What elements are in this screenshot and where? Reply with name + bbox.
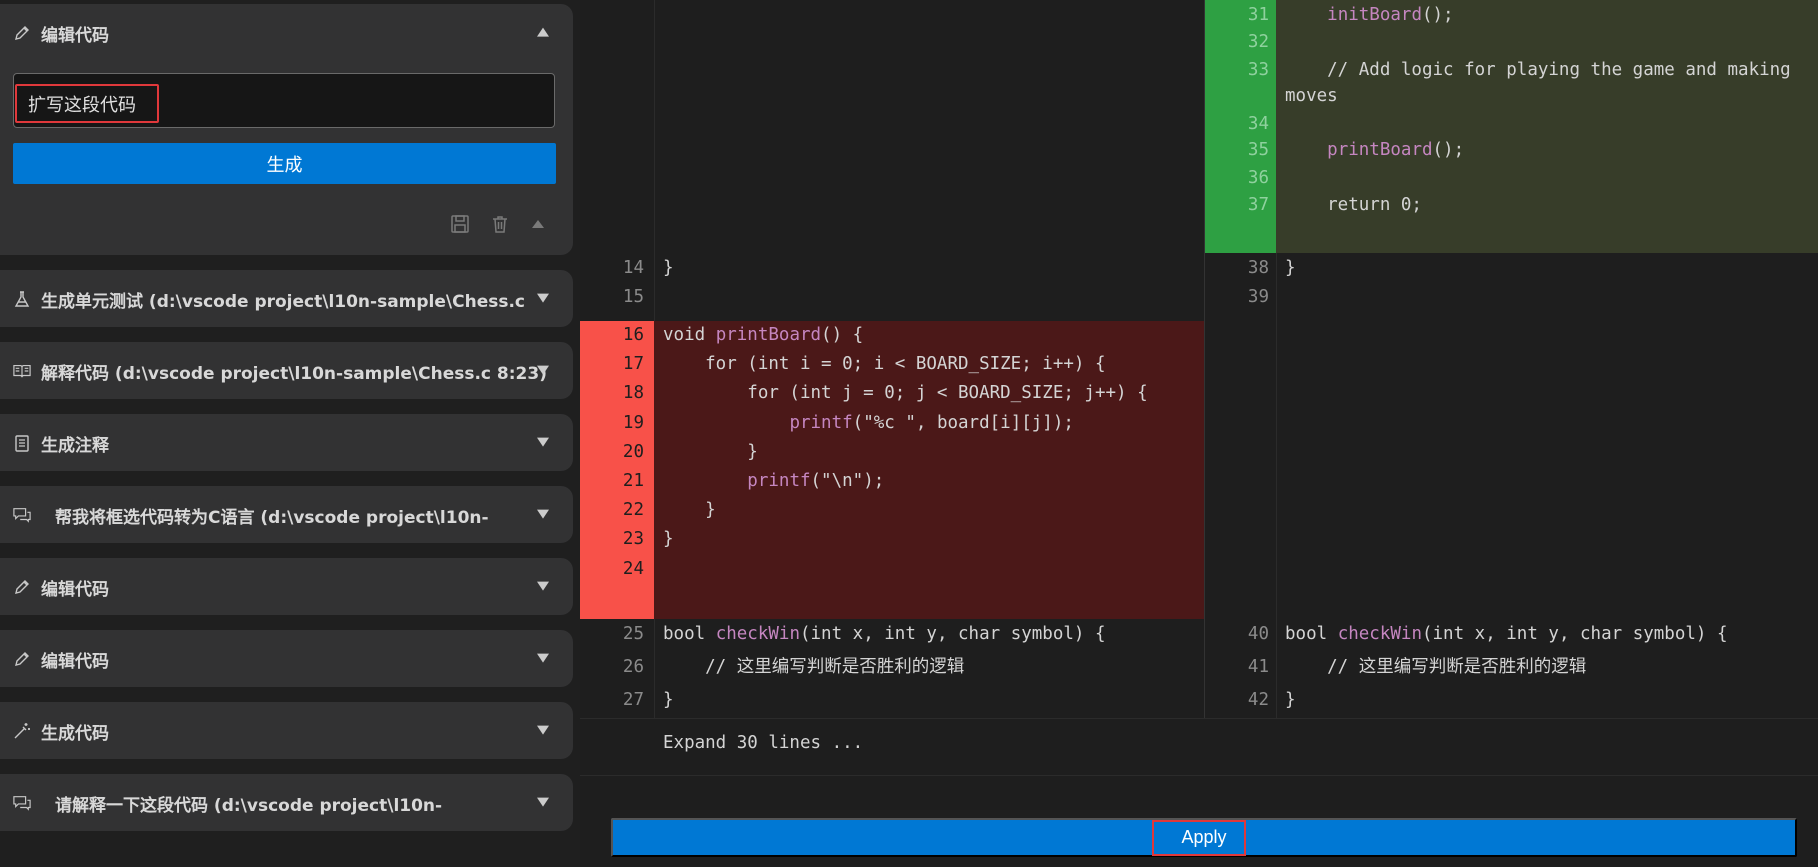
- apply-highlight-box: [1152, 820, 1246, 856]
- pencil-icon: [13, 578, 31, 596]
- notes-icon: [13, 434, 31, 452]
- code-line: }: [1285, 258, 1296, 278]
- line-number: 16: [622, 325, 644, 345]
- card-title: 请解释一下这段代码 (d:\vscode project\l10n-: [55, 795, 443, 816]
- expand-chevron-icon[interactable]: [537, 797, 549, 807]
- code-line: void printBoard() {: [663, 325, 864, 345]
- line-number: 39: [1247, 287, 1269, 307]
- chat-icon: [13, 794, 31, 812]
- line-number: 22: [622, 500, 644, 521]
- flask-icon: [13, 290, 31, 308]
- code-line: }: [663, 529, 674, 550]
- line-number: 25: [622, 624, 644, 644]
- expand-chevron-icon[interactable]: [537, 437, 549, 447]
- divider: [580, 718, 1818, 719]
- history-card[interactable]: 编辑代码: [0, 630, 573, 687]
- code-line: bool checkWin(int x, int y, char symbol)…: [1285, 624, 1728, 644]
- generate-button[interactable]: 生成: [13, 143, 556, 184]
- line-number: 19: [622, 412, 644, 433]
- line-number: 21: [622, 471, 644, 491]
- divider: [580, 775, 1818, 776]
- code-line: // 这里编写判断是否胜利的逻辑: [663, 657, 965, 677]
- code-line: moves: [1285, 86, 1338, 106]
- pencil-icon: [13, 24, 31, 42]
- code-line: }: [663, 690, 674, 710]
- edit-code-card-active: 编辑代码 扩写这段代码 生成: [0, 4, 573, 255]
- code-line: // 这里编写判断是否胜利的逻辑: [1285, 657, 1587, 677]
- trash-icon[interactable]: [490, 214, 510, 234]
- expand-lines-link[interactable]: Expand 30 lines ...: [663, 733, 863, 753]
- history-card[interactable]: 生成单元测试 (d:\vscode project\l10n-sample\Ch…: [0, 270, 573, 327]
- history-card[interactable]: 生成注释: [0, 414, 573, 471]
- expand-chevron-icon[interactable]: [537, 365, 549, 375]
- code-line: printf("\n");: [747, 471, 885, 491]
- card-title: 编辑代码: [41, 25, 109, 46]
- line-number: 41: [1247, 657, 1269, 677]
- card-title: 编辑代码: [41, 651, 109, 672]
- book-icon: [13, 362, 31, 380]
- collapse-chevron-icon[interactable]: [537, 27, 549, 37]
- line-number: 37: [1247, 195, 1269, 215]
- line-number: 24: [622, 558, 644, 579]
- card-title: 帮我将框选代码转为C语言 (d:\vscode project\l10n-: [55, 507, 489, 528]
- line-number: 18: [622, 383, 644, 404]
- chat-icon: [13, 506, 31, 524]
- pencil-icon: [13, 650, 31, 668]
- expand-chevron-icon[interactable]: [537, 509, 549, 519]
- line-number: 23: [622, 529, 644, 550]
- card-title: 生成注释: [41, 435, 109, 456]
- line-number: 27: [622, 690, 644, 710]
- code-line: }: [663, 500, 716, 521]
- prompt-highlight-box: [15, 84, 159, 123]
- collapse-up-icon[interactable]: [531, 216, 551, 236]
- chat-history-sidebar: 编辑代码 扩写这段代码 生成 生成单元测试 (d:\vscode project…: [0, 0, 580, 867]
- code-line: for (int i = 0; i < BOARD_SIZE; i++) {: [663, 354, 1106, 375]
- code-line: printf("%c ", board[i][j]);: [789, 412, 1074, 433]
- expand-chevron-icon[interactable]: [537, 293, 549, 303]
- code-line: // Add logic for playing the game and ma…: [1285, 60, 1791, 80]
- code-line: return 0;: [1285, 195, 1422, 215]
- expand-chevron-icon[interactable]: [537, 581, 549, 591]
- card-title: 生成代码: [41, 723, 109, 744]
- code-line: for (int j = 0; j < BOARD_SIZE; j++) {: [663, 383, 1148, 404]
- code-line: }: [1285, 690, 1296, 710]
- save-icon[interactable]: [450, 214, 470, 234]
- line-number: 15: [622, 287, 644, 307]
- expand-chevron-icon[interactable]: [537, 725, 549, 735]
- code-line: initBoard();: [1327, 5, 1454, 25]
- history-card[interactable]: 帮我将框选代码转为C语言 (d:\vscode project\l10n-: [0, 486, 573, 543]
- card-title: 编辑代码: [41, 579, 109, 600]
- card-header[interactable]: 编辑代码: [0, 4, 573, 62]
- history-card[interactable]: 编辑代码: [0, 558, 573, 615]
- code-line: printBoard();: [1327, 140, 1465, 160]
- card-title: 生成单元测试 (d:\vscode project\l10n-sample\Ch…: [41, 291, 526, 312]
- history-card[interactable]: 生成代码: [0, 702, 573, 759]
- code-line: }: [663, 258, 674, 278]
- expand-chevron-icon[interactable]: [537, 653, 549, 663]
- code-line: }: [663, 441, 758, 462]
- magic-wand-icon: [13, 722, 31, 740]
- line-number: 17: [622, 354, 644, 375]
- card-title: 解释代码 (d:\vscode project\l10n-sample\Ches…: [41, 363, 547, 384]
- line-number: 40: [1247, 624, 1269, 644]
- line-number: 42: [1247, 690, 1269, 710]
- history-card[interactable]: 解释代码 (d:\vscode project\l10n-sample\Ches…: [0, 342, 573, 399]
- history-card[interactable]: 请解释一下这段代码 (d:\vscode project\l10n-: [0, 774, 573, 831]
- line-number: 20: [622, 441, 644, 462]
- code-line: bool checkWin(int x, int y, char symbol)…: [663, 624, 1106, 644]
- line-number: 26: [622, 657, 644, 677]
